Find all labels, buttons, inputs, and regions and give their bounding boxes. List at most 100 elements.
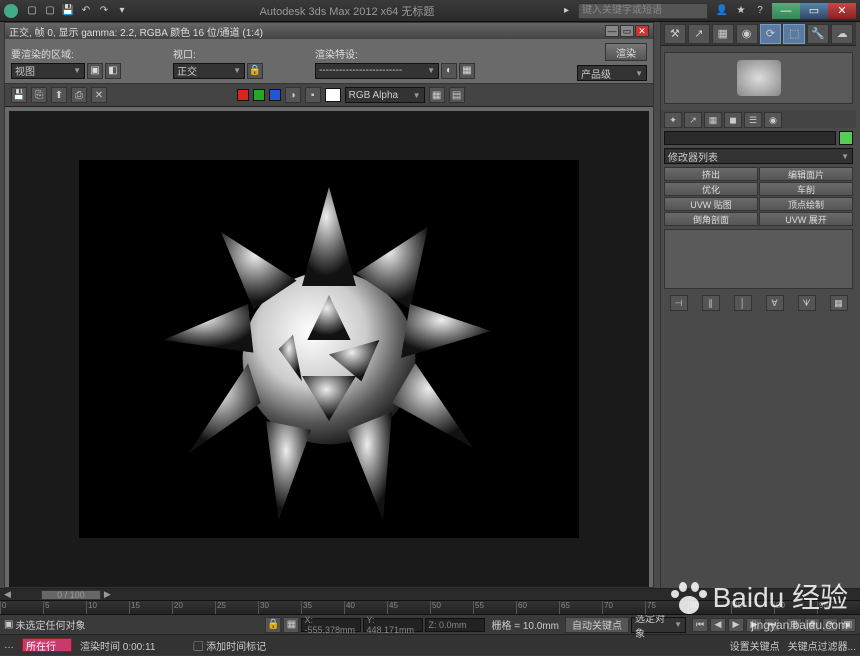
save-image-icon[interactable]: 💾 xyxy=(11,87,27,103)
region-dropdown[interactable]: 视图 xyxy=(11,63,85,79)
mod-lathe-button[interactable]: 车削 xyxy=(759,182,853,196)
hierarchy-tab[interactable]: ▦ xyxy=(712,24,734,44)
object-name-input[interactable] xyxy=(664,131,836,145)
lock-icon[interactable]: 🔒 xyxy=(247,63,263,79)
pin-stack-icon[interactable]: ⊣ xyxy=(670,295,688,311)
goto-end-icon[interactable]: ⏭ xyxy=(764,618,780,632)
object-color-swatch[interactable] xyxy=(839,131,853,145)
time-ruler[interactable]: 0510152025303540455055606570758085909510… xyxy=(0,601,860,615)
coord-y-input[interactable]: Y: 448.171mm xyxy=(363,618,423,632)
autokey-button[interactable]: 自动关键点 xyxy=(565,617,629,633)
star-icon[interactable]: ★ xyxy=(733,4,749,18)
channel-dropdown[interactable]: RGB Alpha xyxy=(345,87,425,103)
modify-tab[interactable]: ↗ xyxy=(688,24,710,44)
keymode-dropdown[interactable]: 选定对象 xyxy=(631,617,686,633)
slider-arrow-left-icon[interactable]: ◀ xyxy=(4,589,11,600)
add-timetag[interactable]: ▢ 添加时间标记 xyxy=(193,638,266,653)
infocenter-flag-icon[interactable]: ▸ xyxy=(564,5,578,16)
app-logo-icon[interactable] xyxy=(4,4,18,18)
configure-icon[interactable]: ᗐ xyxy=(798,295,816,311)
viewport-nav-b-icon[interactable]: ✥ xyxy=(804,618,820,632)
red-channel-toggle[interactable] xyxy=(237,89,249,101)
setkey-button[interactable]: 设置关键点 xyxy=(730,638,780,653)
render-close-button[interactable]: ✕ xyxy=(635,25,649,37)
viewport-dropdown[interactable]: 正交 xyxy=(173,63,245,79)
clear-icon[interactable]: ✕ xyxy=(91,87,107,103)
save-icon[interactable]: 💾 xyxy=(60,4,76,18)
sub-b-icon[interactable]: ↗ xyxy=(684,112,702,128)
key-filters-button[interactable]: 关键点过滤器... xyxy=(788,638,856,653)
selection-filter-dropdown[interactable]: 所在行 xyxy=(22,638,72,652)
open-icon[interactable]: ▢ xyxy=(42,4,58,18)
render-viewport[interactable] xyxy=(9,111,649,587)
time-slider-knob[interactable]: 0 / 100 xyxy=(41,590,101,600)
utilities-tab[interactable]: ⬚ xyxy=(783,24,805,44)
material-thumbnail[interactable] xyxy=(664,52,853,104)
maximize-button[interactable]: ▭ xyxy=(800,3,828,19)
help-icon[interactable]: ? xyxy=(752,4,768,18)
help-search-input[interactable]: 键入关键字或短语 xyxy=(578,3,708,19)
region-edit-icon[interactable]: ▣ xyxy=(87,63,103,79)
goto-start-icon[interactable]: ⏮ xyxy=(692,618,708,632)
green-channel-toggle[interactable] xyxy=(253,89,265,101)
mod-editpatch-button[interactable]: 编辑面片 xyxy=(759,167,853,181)
render-button[interactable]: 渲染 xyxy=(605,43,647,61)
motion-tab[interactable]: ◉ xyxy=(736,24,758,44)
region-crop-icon[interactable]: ◧ xyxy=(105,63,121,79)
absolute-mode-icon[interactable]: ▦ xyxy=(283,617,299,633)
expand-icon[interactable]: ▣ xyxy=(4,619,13,630)
render-window-titlebar[interactable]: 正交, 帧 0, 显示 gamma: 2.2, RGBA 颜色 16 位/通道 … xyxy=(5,23,653,39)
overlay-a-icon[interactable]: ▦ xyxy=(429,87,445,103)
new-icon[interactable]: ▢ xyxy=(24,4,40,18)
sets-icon[interactable]: ▦ xyxy=(830,295,848,311)
copy-icon[interactable]: ⬆ xyxy=(51,87,67,103)
display-tab[interactable]: ⟳ xyxy=(760,24,782,44)
mod-unwrap-button[interactable]: UVW 展开 xyxy=(759,212,853,226)
signin-icon[interactable]: 👤 xyxy=(714,4,730,18)
mod-extrude-button[interactable]: 挤出 xyxy=(664,167,758,181)
extra-tab-b[interactable]: ☁ xyxy=(831,24,853,44)
sub-d-icon[interactable]: ◼ xyxy=(724,112,742,128)
extra-tab-a[interactable]: 🔧 xyxy=(807,24,829,44)
close-button[interactable]: ✕ xyxy=(828,3,856,19)
clone-icon[interactable]: ⎘ xyxy=(31,87,47,103)
slider-arrow-right-icon[interactable]: ▶ xyxy=(104,589,111,600)
sub-f-icon[interactable]: ◉ xyxy=(764,112,782,128)
print-icon[interactable]: ⎙ xyxy=(71,87,87,103)
settings-icon[interactable]: ◐ xyxy=(441,63,457,79)
viewport-nav-c-icon[interactable]: ⟳ xyxy=(822,618,838,632)
time-slider[interactable]: ◀ 0 / 100 ▶ xyxy=(0,589,860,601)
undo-icon[interactable]: ↶ xyxy=(78,4,94,18)
redo-icon[interactable]: ↷ xyxy=(96,4,112,18)
color-swatch[interactable] xyxy=(325,88,341,102)
render-minimize-button[interactable]: — xyxy=(605,25,619,37)
mono-toggle-icon[interactable]: ▪ xyxy=(305,87,321,103)
mod-bevelprofile-button[interactable]: 倒角剖面 xyxy=(664,212,758,226)
overlay-b-icon[interactable]: ▤ xyxy=(449,87,465,103)
minimize-button[interactable]: — xyxy=(772,3,800,19)
production-dropdown[interactable]: 产品级 xyxy=(577,65,647,81)
mod-optimize-button[interactable]: 优化 xyxy=(664,182,758,196)
modifier-list-dropdown[interactable]: 修改器列表 xyxy=(664,148,853,164)
sub-e-icon[interactable]: ☰ xyxy=(744,112,762,128)
viewport-nav-d-icon[interactable]: ▣ xyxy=(840,618,856,632)
maxscript-icon[interactable]: … xyxy=(4,640,14,651)
show-end-icon[interactable]: ∥ xyxy=(702,295,720,311)
blue-channel-toggle[interactable] xyxy=(269,89,281,101)
prev-frame-icon[interactable]: ◀ xyxy=(710,618,726,632)
mod-vertexpaint-button[interactable]: 顶点绘制 xyxy=(759,197,853,211)
unique-icon[interactable]: │ xyxy=(734,295,752,311)
coord-x-input[interactable]: X: -555.378mm xyxy=(301,618,361,632)
remove-mod-icon[interactable]: ∀ xyxy=(766,295,784,311)
mod-uvwmap-button[interactable]: UVW 贴图 xyxy=(664,197,758,211)
render-maximize-button[interactable]: ▭ xyxy=(620,25,634,37)
sub-a-icon[interactable]: ✦ xyxy=(664,112,682,128)
preset-dropdown[interactable]: ------------------------- xyxy=(315,63,439,79)
sub-c-icon[interactable]: ▦ xyxy=(704,112,722,128)
play-icon[interactable]: ▶ xyxy=(728,618,744,632)
viewport-nav-a-icon[interactable]: ⊞ xyxy=(786,618,802,632)
coord-z-input[interactable]: Z: 0.0mm xyxy=(425,618,485,632)
alpha-toggle-icon[interactable]: ◑ xyxy=(285,87,301,103)
modifier-stack[interactable] xyxy=(664,229,853,289)
more-icon[interactable]: ▾ xyxy=(114,4,130,18)
